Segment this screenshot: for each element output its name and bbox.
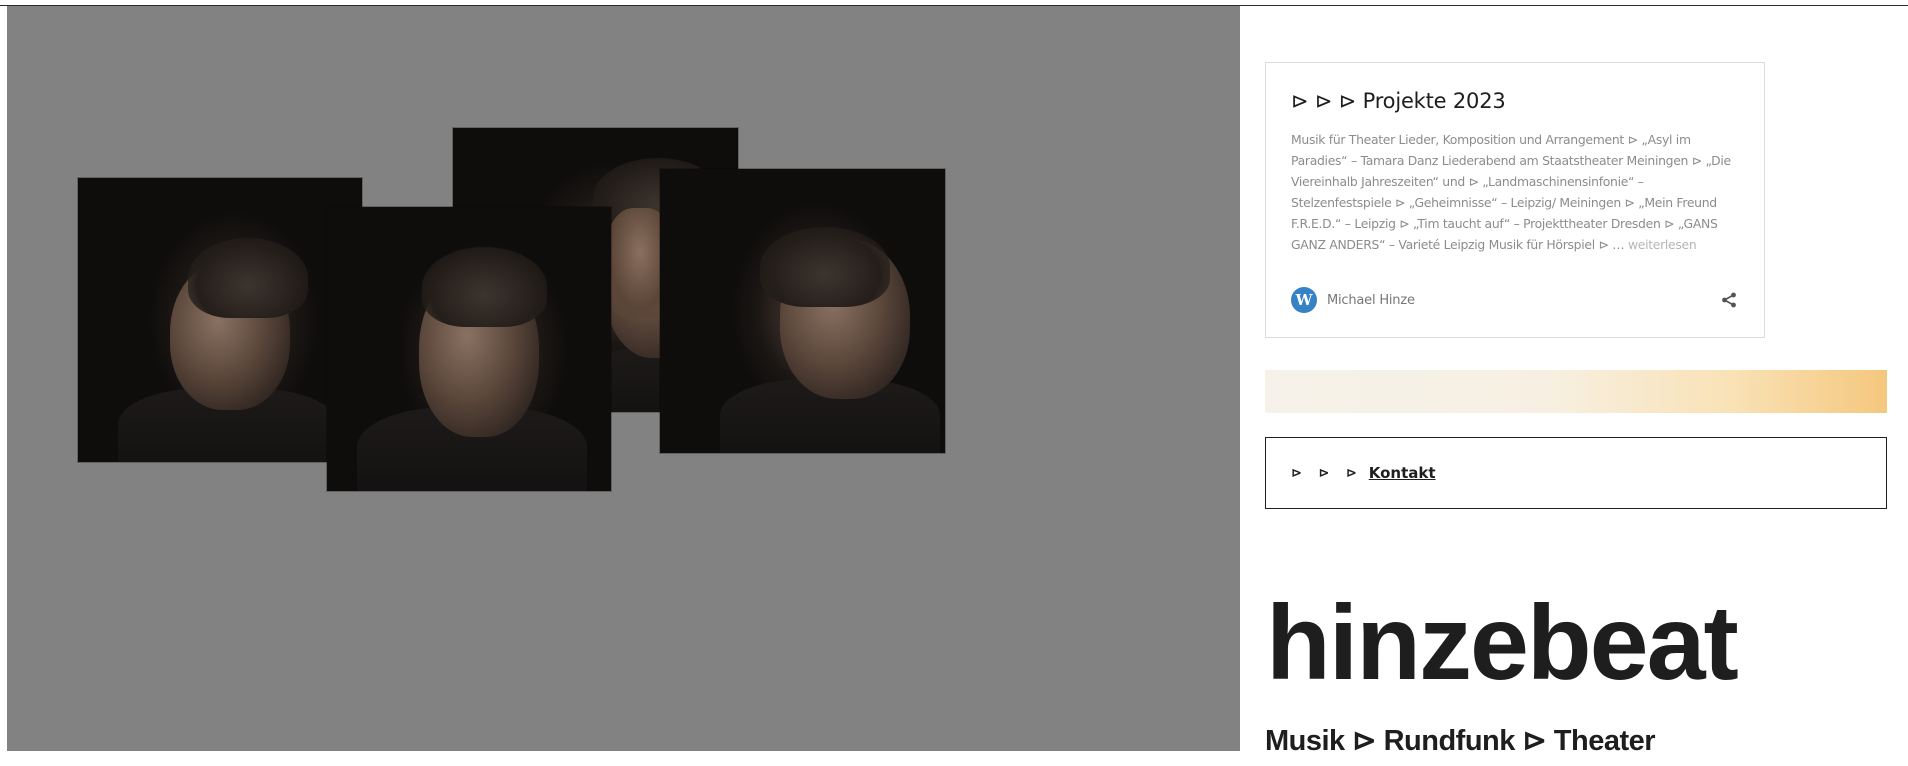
projects-card[interactable]: ⊳ ⊳ ⊳ Projekte 2023 Musik für Theater Li… — [1265, 62, 1765, 338]
projects-card-footer: W Michael Hinze — [1291, 287, 1739, 313]
sidebar: ⊳ ⊳ ⊳ Projekte 2023 Musik für Theater Li… — [1240, 6, 1908, 757]
projects-card-excerpt: Musik für Theater Lieder, Komposition un… — [1291, 129, 1739, 255]
gallery-photo-1[interactable] — [78, 178, 362, 462]
share-icon[interactable] — [1719, 290, 1739, 310]
contact-arrows: ⊳ ⊳ ⊳ — [1291, 465, 1363, 481]
photo-gallery — [7, 6, 1240, 751]
decorative-band — [1265, 370, 1887, 413]
contact-box[interactable]: ⊳ ⊳ ⊳ Kontakt — [1265, 437, 1887, 509]
read-more-link[interactable]: weiterlesen — [1628, 237, 1697, 252]
site-title[interactable]: hinzebeat — [1266, 590, 1739, 696]
page: ⊳ ⊳ ⊳ Projekte 2023 Musik für Theater Li… — [0, 0, 1908, 766]
wordpress-icon: W — [1291, 287, 1317, 313]
gallery-photo-2[interactable] — [327, 207, 611, 491]
author-name[interactable]: Michael Hinze — [1327, 293, 1415, 308]
contact-link[interactable]: Kontakt — [1369, 464, 1436, 482]
site-tagline: Musik ⊳ Rundfunk ⊳ Theater — [1265, 725, 1656, 757]
author[interactable]: W Michael Hinze — [1291, 287, 1415, 313]
gallery-photo-4[interactable] — [660, 169, 945, 453]
projects-card-title[interactable]: ⊳ ⊳ ⊳ Projekte 2023 — [1291, 89, 1739, 113]
projects-card-excerpt-text: Musik für Theater Lieder, Komposition un… — [1291, 132, 1731, 252]
